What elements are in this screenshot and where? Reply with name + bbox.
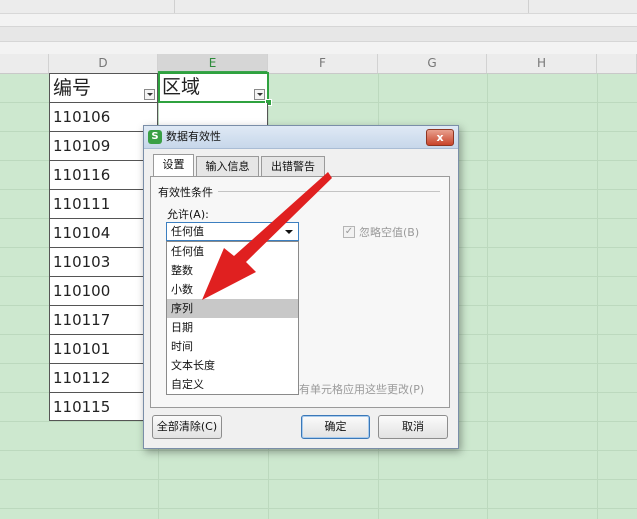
tab-input-message[interactable]: 输入信息 <box>196 156 259 176</box>
allow-select[interactable]: 任何值 <box>166 222 299 241</box>
cancel-button[interactable]: 取消 <box>378 415 448 439</box>
dropdown-option-integer[interactable]: 整数 <box>167 261 298 280</box>
ignore-blank-label: 忽略空值(B) <box>359 226 420 239</box>
id-cell[interactable]: 110117 <box>49 306 158 335</box>
id-cell[interactable]: 110101 <box>49 335 158 364</box>
dropdown-option-time[interactable]: 时间 <box>167 337 298 356</box>
header-cell-id[interactable]: 编号 <box>49 73 158 103</box>
ignore-blank-checkbox[interactable]: ✓ <box>343 226 355 238</box>
allow-dropdown-list: 任何值 整数 小数 序列 日期 时间 文本长度 自定义 <box>166 241 299 395</box>
grid-line <box>487 73 488 519</box>
grid-line <box>0 450 637 451</box>
dialog-titlebar[interactable]: S 数据有效性 x <box>144 126 458 149</box>
dropdown-option-date[interactable]: 日期 <box>167 318 298 337</box>
dropdown-option-sequence[interactable]: 序列 <box>167 299 298 318</box>
formula-bar[interactable] <box>0 26 637 42</box>
id-cell[interactable]: 110115 <box>49 393 158 421</box>
id-cell[interactable]: 110104 <box>49 219 158 248</box>
selection-border <box>158 72 269 103</box>
grid-line <box>0 479 637 480</box>
id-cell[interactable]: 110111 <box>49 190 158 219</box>
column-header-h[interactable]: H <box>487 54 597 73</box>
ribbon-band <box>0 0 637 14</box>
id-cell[interactable]: 110116 <box>49 161 158 190</box>
apply-to-all-text: 所有单元格应用这些更改(P) <box>288 383 425 396</box>
region-cell[interactable] <box>159 103 268 127</box>
column-header-g[interactable]: G <box>378 54 487 73</box>
ribbon-toolbar <box>0 0 637 54</box>
ribbon-separator <box>528 0 529 13</box>
grid-line <box>597 73 598 519</box>
dropdown-option-decimal[interactable]: 小数 <box>167 280 298 299</box>
ribbon-separator <box>174 0 175 13</box>
column-header-row: D E F G H <box>0 54 637 74</box>
close-button[interactable]: x <box>426 129 454 146</box>
app-logo-icon: S <box>148 130 162 144</box>
row-header-corner <box>0 54 49 73</box>
validation-criteria-label: 有效性条件 <box>158 184 216 200</box>
id-cell[interactable]: 110109 <box>49 132 158 161</box>
column-header-d[interactable]: D <box>49 54 158 73</box>
allow-label: 允许(A): <box>167 208 209 221</box>
id-cell[interactable]: 110106 <box>49 103 158 132</box>
column-header-next[interactable] <box>597 54 637 73</box>
id-cell[interactable]: 110112 <box>49 364 158 393</box>
filter-dropdown-icon[interactable] <box>144 89 155 100</box>
group-divider <box>218 191 440 192</box>
id-cell[interactable]: 110100 <box>49 277 158 306</box>
apply-to-all-label[interactable]: 所有单元格应用这些更改(P) <box>288 381 424 397</box>
dropdown-option-text-length[interactable]: 文本长度 <box>167 356 298 375</box>
column-header-e[interactable]: E <box>158 54 268 73</box>
id-cell[interactable]: 110103 <box>49 248 158 277</box>
grid-line <box>0 508 637 509</box>
chevron-down-icon <box>285 230 293 234</box>
dropdown-option-any[interactable]: 任何值 <box>167 242 298 261</box>
tab-settings[interactable]: 设置 <box>153 154 194 176</box>
dropdown-option-custom[interactable]: 自定义 <box>167 375 298 394</box>
dialog-title: 数据有效性 <box>166 130 221 143</box>
clear-all-button[interactable]: 全部清除(C) <box>152 415 222 439</box>
allow-select-value: 任何值 <box>171 225 204 238</box>
column-header-f[interactable]: F <box>268 54 378 73</box>
tab-error-alert[interactable]: 出错警告 <box>261 156 325 176</box>
ok-button[interactable]: 确定 <box>301 415 370 439</box>
data-validation-dialog: S 数据有效性 x 设置 输入信息 出错警告 有效性条件 允许(A): 任何值 … <box>143 125 459 449</box>
header-cell-id-text: 编号 <box>53 77 92 99</box>
